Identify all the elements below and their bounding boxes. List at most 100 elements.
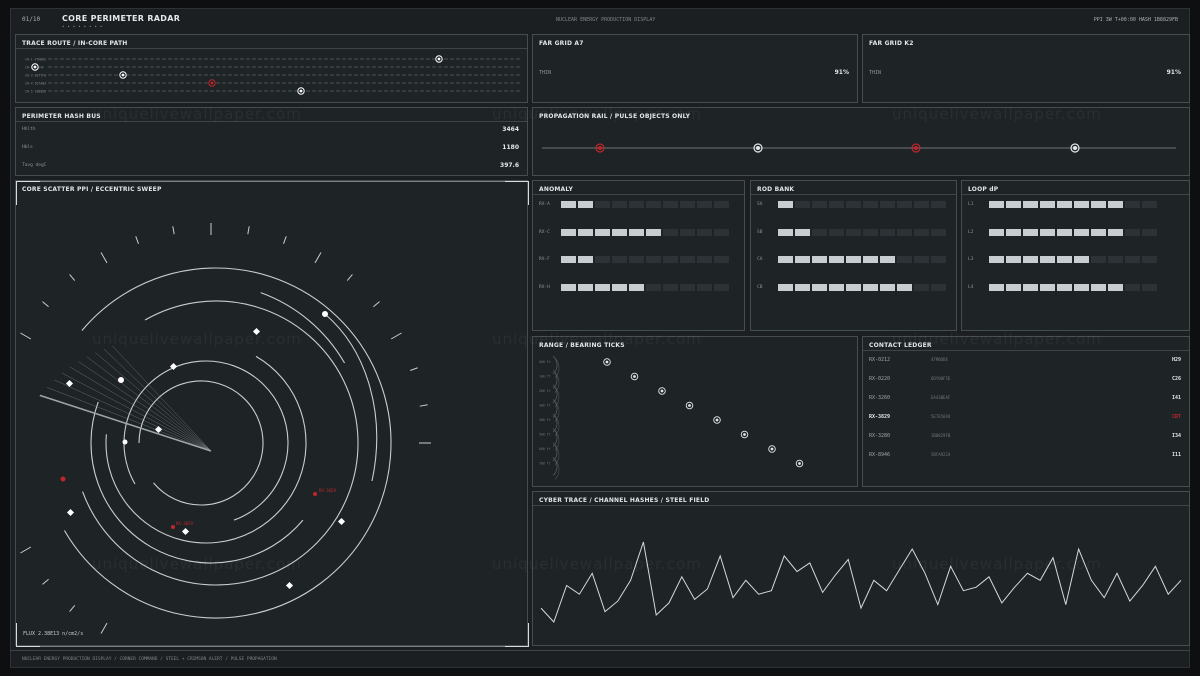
bar-segment <box>846 228 861 236</box>
bar-segment <box>680 256 695 263</box>
range-ring <box>260 292 346 364</box>
bar-segment <box>795 228 810 236</box>
range-tick <box>373 301 380 308</box>
hash-bus-value: 397.6 <box>500 162 519 169</box>
bar-segment <box>1108 228 1123 236</box>
bar-row-label: SA <box>757 202 763 207</box>
diamond-marker <box>252 327 261 336</box>
lane-label: CH-5 1B88DB <box>25 90 46 94</box>
hash-bus-panel: PERIMETER HASH BUS Hhlth 3464 Hbls 1180 … <box>15 107 528 176</box>
bar-segment <box>989 283 1004 291</box>
diamond-marker <box>285 581 294 590</box>
ledger-hash: EA43BEAF <box>931 395 951 400</box>
bar-row-label: RX-A <box>539 202 550 207</box>
bearing-node <box>630 372 639 381</box>
bar-segment <box>897 283 912 291</box>
bar-segment <box>1091 283 1106 291</box>
contact-label: RX-3829 <box>176 521 193 526</box>
bar-segment <box>829 283 844 291</box>
bar-segment <box>1074 201 1089 208</box>
level-bar <box>989 228 1157 236</box>
level-bar <box>989 256 1157 263</box>
bar-segment <box>829 228 844 236</box>
bar-segment <box>1108 201 1123 208</box>
bar-segment <box>561 256 576 263</box>
sweep-line <box>78 361 212 452</box>
panel-title: ROD BANK <box>757 186 795 193</box>
ledger-id: RX-3280 <box>869 433 891 439</box>
alert-marker <box>171 525 175 529</box>
bar-segment <box>846 256 861 263</box>
bar-segment <box>863 201 878 208</box>
bar-segment <box>1142 228 1157 236</box>
bar-segment <box>795 201 810 208</box>
bar-segment <box>1040 283 1055 291</box>
bar-row-label: RX-F <box>539 257 550 262</box>
range-tick <box>390 332 402 340</box>
contact-label: RX-3829 <box>319 488 336 493</box>
path-node <box>297 87 305 95</box>
hash-bus-label: Hbls <box>22 145 33 150</box>
trace-route-panel: TRACE ROUTE / IN-CORE PATH CH-1 4THBAE CH… <box>15 34 528 103</box>
bar-segment <box>1006 256 1021 263</box>
range-tick <box>283 236 287 244</box>
hash-bus-value: 3464 <box>502 126 519 133</box>
bar-segment <box>829 256 844 263</box>
bar-segment <box>663 256 678 263</box>
display-subtitle: NUCLEAR ENERGY PRODUCTION DISPLAY <box>556 17 656 23</box>
bar-segment <box>578 228 593 236</box>
bar-segment <box>714 228 729 236</box>
level-bar <box>778 283 946 291</box>
bar-segment <box>778 228 793 236</box>
panel-title: LOOP dP <box>968 186 999 193</box>
corner-bracket <box>505 623 529 647</box>
panel-title: CONTACT LEDGER <box>869 342 932 349</box>
ledger-hash: 4TM0DDE <box>931 357 948 362</box>
top-bar: 01/10 CORE PERIMETER RADAR •••••••• NUCL… <box>10 8 1190 32</box>
bar-segment <box>863 283 878 291</box>
range-tick <box>42 301 49 308</box>
bar-segment <box>989 201 1004 208</box>
level-bar <box>561 256 729 263</box>
footer-text: NUCLEAR ENERGY PRODUCTION DISPLAY / CORN… <box>22 657 277 662</box>
ledger-hash: 5BFA9224 <box>931 452 951 457</box>
bearing-node <box>713 416 721 424</box>
range-tick <box>346 274 353 281</box>
bar-segment <box>595 228 610 236</box>
bearing-node <box>768 445 776 453</box>
alert-node <box>208 79 216 87</box>
bar-segment <box>880 283 895 291</box>
bar-segment <box>595 201 610 208</box>
loop-dp-panel: LOOP dP L1 L2 L3 L4 <box>961 180 1190 331</box>
path-node <box>435 55 443 63</box>
bar-segment <box>1074 228 1089 236</box>
ledger-code: H29 <box>1171 357 1181 363</box>
bearing-panel: RANGE / BEARING TICKS 000 ft 100 ft 200 ft… <box>532 336 858 487</box>
ledger-hash: 1B8829FB <box>931 433 951 438</box>
bar-segment <box>1091 201 1106 208</box>
bar-segment <box>561 283 576 291</box>
rod-bank-panel: ROD BANK SA SB CA CB <box>750 180 957 331</box>
bar-segment <box>931 283 946 291</box>
bar-segment <box>1023 201 1038 208</box>
bearing-tick-label: 300 ft <box>539 404 551 408</box>
level-bar <box>778 256 946 263</box>
app-title: CORE PERIMETER RADAR <box>62 14 181 23</box>
bar-segment <box>1057 201 1072 208</box>
range-tick <box>135 236 139 244</box>
panel-title: FAR GRID A7 <box>539 40 584 47</box>
bar-row-label: RX-H <box>539 284 550 290</box>
range-tick <box>69 605 76 612</box>
lane-label: CH-4 5E7ABA <box>25 82 46 86</box>
bar-segment <box>1142 283 1157 291</box>
bar-segment <box>612 256 627 263</box>
level-bar <box>561 228 729 236</box>
sweep-beam <box>39 345 212 452</box>
range-tick <box>69 274 76 281</box>
bar-segment <box>714 201 729 208</box>
page-indicator: 01/10 <box>22 16 41 23</box>
bearing-node <box>603 358 611 366</box>
bar-segment <box>595 256 610 263</box>
title-dots: •••••••• <box>62 24 106 29</box>
bar-segment <box>578 283 593 291</box>
